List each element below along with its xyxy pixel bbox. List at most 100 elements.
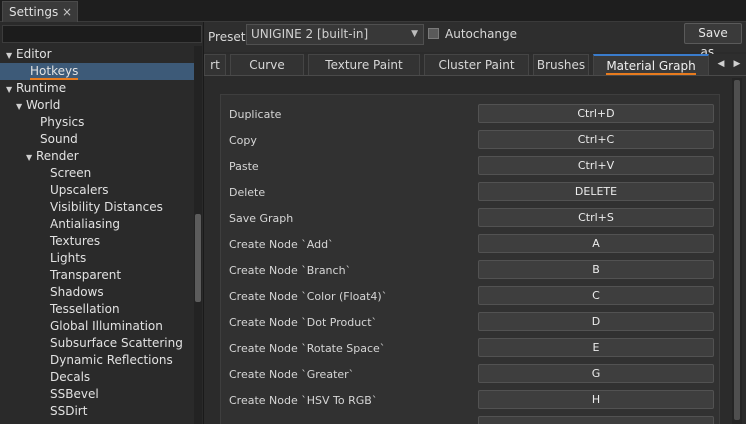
hotkey-binding-button[interactable]: Ctrl+S: [478, 208, 714, 227]
hotkey-row: Create Node `Greater` G: [221, 364, 721, 384]
hotkey-row: Create Node `Color (Float4)` C: [221, 286, 721, 306]
sidebar-item-render[interactable]: ▼ Render: [0, 148, 194, 165]
sidebar-item-label: Lights: [50, 251, 87, 265]
sidebar-scrollbar[interactable]: [194, 46, 202, 424]
hotkey-row: Create Node `Dot Product` D: [221, 312, 721, 332]
sidebar-item-label: Subsurface Scattering: [50, 336, 183, 350]
sidebar-item-visibility-distances[interactable]: Visibility Distances: [0, 199, 194, 216]
hotkey-row: [221, 416, 721, 424]
sidebar-item-hotkeys[interactable]: Hotkeys: [0, 63, 194, 80]
content-scrollbar[interactable]: [732, 78, 742, 424]
tab-scroll-right-icon[interactable]: ▶: [730, 56, 744, 72]
chevron-down-icon: ▼: [411, 29, 418, 39]
sidebar-item-label: Shadows: [50, 285, 104, 299]
hotkey-binding-button[interactable]: Ctrl+V: [478, 156, 714, 175]
save-as-button[interactable]: Save as...: [684, 23, 742, 59]
hotkey-binding-button[interactable]: H: [478, 390, 714, 409]
sidebar-item-label: Dynamic Reflections: [50, 353, 173, 367]
sidebar-item-physics[interactable]: Physics: [0, 114, 194, 131]
sidebar-item-label: SSDirt: [50, 404, 88, 418]
hotkey-row: Save Graph Ctrl+S: [221, 208, 721, 228]
hotkey-action-label: Create Node `Branch`: [229, 264, 352, 277]
sidebar-item-label: Runtime: [16, 81, 67, 95]
sidebar-item-label: SSBevel: [50, 387, 99, 401]
hotkey-action-label: Copy: [229, 134, 257, 147]
hotkey-action-label: Create Node `Rotate Space`: [229, 342, 386, 355]
window-tab-title: Settings: [9, 5, 59, 19]
hotkey-action-label: Create Node `HSV To RGB`: [229, 394, 378, 407]
content-scrollbar-thumb[interactable]: [734, 80, 740, 420]
sidebar-item-label: Antialiasing: [50, 217, 121, 231]
sidebar-item-label: Hotkeys: [30, 64, 79, 80]
sidebar-item-dynamic-reflections[interactable]: Dynamic Reflections: [0, 352, 194, 369]
window-tab-bar: Settings ×: [0, 0, 746, 22]
preset-dropdown[interactable]: UNIGINE 2 [built-in] ▼: [246, 24, 424, 45]
sidebar-item-label: Visibility Distances: [50, 200, 163, 214]
tab-cluster-paint-mode[interactable]: Cluster Paint Mode: [424, 54, 529, 92]
sidebar-item-subsurface-scattering[interactable]: Subsurface Scattering: [0, 335, 194, 352]
sidebar-item-sound[interactable]: Sound: [0, 131, 194, 148]
hotkey-binding-button[interactable]: G: [478, 364, 714, 383]
hotkey-binding-button[interactable]: Ctrl+C: [478, 130, 714, 149]
tab-brushes[interactable]: Brushes: [533, 54, 589, 75]
autochange-checkbox[interactable]: [428, 28, 439, 39]
sidebar-item-textures[interactable]: Textures: [0, 233, 194, 250]
sidebar-item-lights[interactable]: Lights: [0, 250, 194, 267]
sidebar-item-label: Textures: [50, 234, 101, 248]
preset-dropdown-value: UNIGINE 2 [built-in]: [251, 27, 369, 41]
settings-tree: ▼ Editor Hotkeys ▼ Runtime ▼ World Physics Sound…: [0, 46, 194, 424]
tab-partial[interactable]: rt: [204, 54, 226, 75]
tab-label: rt: [210, 58, 220, 72]
expand-arrow-icon[interactable]: ▼: [6, 47, 16, 64]
hotkey-row: Create Node `Add` A: [221, 234, 721, 254]
hotkey-action-label: Create Node `Greater`: [229, 368, 355, 381]
sidebar-item-global-illumination[interactable]: Global Illumination: [0, 318, 194, 335]
hotkey-binding-button[interactable]: C: [478, 286, 714, 305]
expand-arrow-icon[interactable]: ▼: [16, 98, 26, 115]
sidebar-scrollbar-thumb[interactable]: [195, 214, 201, 302]
tab-scroll-left-icon[interactable]: ◀: [714, 56, 728, 72]
hotkey-row: Duplicate Ctrl+D: [221, 104, 721, 124]
close-icon[interactable]: ×: [62, 5, 72, 19]
tab-material-graph-editor[interactable]: Material Graph Editor: [593, 54, 709, 95]
sidebar-item-editor[interactable]: ▼ Editor: [0, 46, 194, 63]
sidebar-search-input[interactable]: [2, 25, 202, 43]
tab-curve-editor[interactable]: Curve Editor: [230, 54, 304, 92]
sidebar-item-label: Global Illumination: [50, 319, 163, 333]
expand-arrow-icon[interactable]: ▼: [26, 149, 36, 166]
hotkey-binding-button[interactable]: Ctrl+D: [478, 104, 714, 123]
hotkey-binding-button[interactable]: A: [478, 234, 714, 253]
hotkey-binding-button[interactable]: D: [478, 312, 714, 331]
sidebar-item-antialiasing[interactable]: Antialiasing: [0, 216, 194, 233]
tab-label: Brushes: [536, 58, 586, 72]
sidebar-item-label: Render: [36, 149, 79, 163]
sidebar-item-transparent[interactable]: Transparent: [0, 267, 194, 284]
hotkey-category-tabs: rt Curve Editor Texture Paint Mode Clust…: [204, 54, 746, 95]
hotkey-binding-button[interactable]: B: [478, 260, 714, 279]
expand-arrow-icon[interactable]: ▼: [6, 81, 16, 98]
sidebar-item-world[interactable]: ▼ World: [0, 97, 194, 114]
sidebar-item-runtime[interactable]: ▼ Runtime: [0, 80, 194, 97]
sidebar-item-upscalers[interactable]: Upscalers: [0, 182, 194, 199]
sidebar-item-ssdirt[interactable]: SSDirt: [0, 403, 194, 420]
hotkey-row: Paste Ctrl+V: [221, 156, 721, 176]
hotkey-action-label: Save Graph: [229, 212, 294, 225]
settings-window-tab[interactable]: Settings ×: [2, 1, 78, 22]
hotkey-row: Copy Ctrl+C: [221, 130, 721, 150]
sidebar-item-label: Transparent: [50, 268, 122, 282]
sidebar-item-decals[interactable]: Decals: [0, 369, 194, 386]
hotkeys-content: Duplicate Ctrl+D Copy Ctrl+C Paste Ctrl+V Dele…: [210, 78, 730, 424]
tab-texture-paint-mode[interactable]: Texture Paint Mode: [308, 54, 420, 92]
hotkey-action-label: Delete: [229, 186, 266, 199]
sidebar-item-tessellation[interactable]: Tessellation: [0, 301, 194, 318]
hotkey-row: Delete DELETE: [221, 182, 721, 202]
hotkey-binding-button[interactable]: [478, 416, 714, 424]
hotkey-action-label: Create Node `Color (Float4)`: [229, 290, 388, 303]
hotkey-binding-button[interactable]: DELETE: [478, 182, 714, 201]
sidebar-item-ssbevel[interactable]: SSBevel: [0, 386, 194, 403]
sidebar-item-label: World: [26, 98, 61, 112]
hotkey-binding-button[interactable]: E: [478, 338, 714, 357]
sidebar-item-screen[interactable]: Screen: [0, 165, 194, 182]
sidebar-item-shadows[interactable]: Shadows: [0, 284, 194, 301]
hotkey-action-label: Paste: [229, 160, 259, 173]
